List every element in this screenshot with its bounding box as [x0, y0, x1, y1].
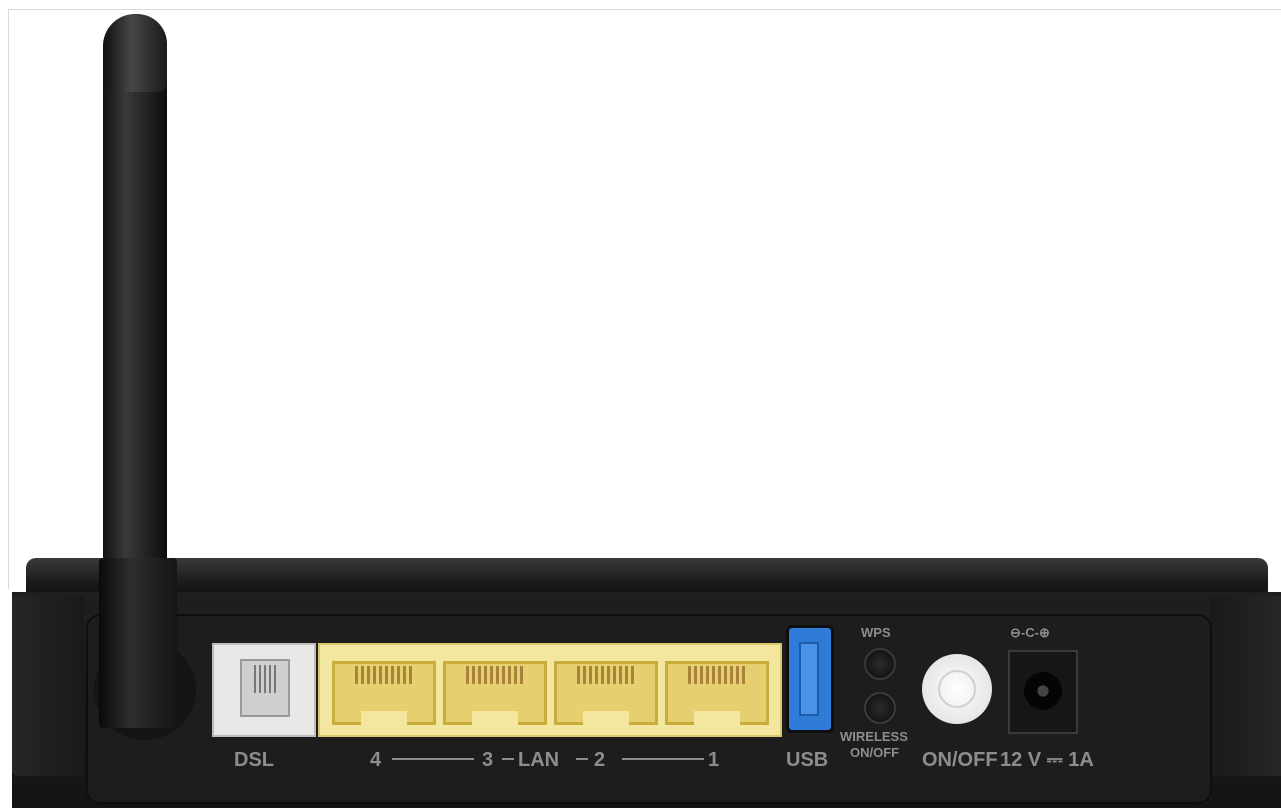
lan-1-label: 1	[708, 749, 720, 771]
power-rating-label: 12 V ⎓ 1A	[1000, 749, 1094, 771]
wireless-toggle-button	[864, 692, 896, 724]
lan-port-3	[443, 661, 547, 725]
dsl-port	[212, 643, 316, 737]
wireless-onoff-label: ON/OFF	[850, 745, 900, 760]
wps-label: WPS	[861, 625, 891, 640]
photo-frame: DSL 4 3 LAN 2 1 USB WPS WIRELESS ON/OFF …	[0, 0, 1281, 808]
lan-port-1	[665, 661, 769, 725]
frame-left-border	[8, 9, 9, 589]
antenna	[103, 14, 167, 564]
usb-port-tongue	[799, 642, 819, 716]
antenna-base	[99, 558, 177, 728]
dsl-port-socket	[240, 659, 290, 717]
lan-divider-line	[502, 758, 514, 760]
power-label: ON/OFF	[922, 749, 998, 771]
dsl-label: DSL	[234, 749, 274, 771]
polarity-label: ⊖-C-⊕	[1010, 625, 1050, 640]
wps-button	[864, 648, 896, 680]
lan-3-label: 3	[482, 749, 494, 771]
lan-4-label: 4	[370, 749, 382, 771]
lan-divider-line	[392, 758, 474, 760]
dc-power-jack	[1008, 650, 1078, 734]
router-left-side	[12, 596, 84, 776]
lan-port-2	[554, 661, 658, 725]
wireless-label: WIRELESS	[840, 729, 908, 744]
lan-divider-line	[576, 758, 588, 760]
lan-label: LAN	[518, 749, 560, 771]
usb-port	[786, 625, 834, 733]
antenna-tip	[107, 14, 167, 92]
usb-label: USB	[786, 749, 829, 771]
power-button	[922, 654, 992, 724]
dc-power-jack-socket	[1024, 672, 1062, 710]
lan-port-4	[332, 661, 436, 725]
frame-top-border	[8, 9, 1281, 10]
router-right-side	[1210, 596, 1281, 776]
lan-2-label: 2	[594, 749, 606, 771]
lan-divider-line	[622, 758, 704, 760]
power-button-ring	[938, 670, 976, 708]
lan-port-block	[318, 643, 782, 737]
dsl-port-pins	[254, 665, 276, 693]
